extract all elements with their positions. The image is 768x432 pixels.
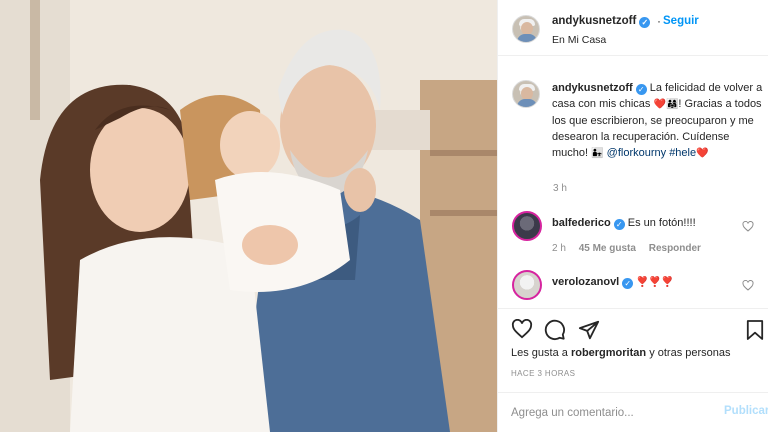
- reply-button[interactable]: Responder: [649, 243, 701, 254]
- comment-body: Es un fotón!!!!: [627, 217, 696, 229]
- publish-button[interactable]: Publicar: [724, 405, 768, 417]
- add-comment-bar: Publicar: [498, 392, 768, 432]
- comment-body: ❣️❣️❣️: [636, 277, 674, 288]
- post-photo[interactable]: [0, 0, 497, 432]
- author-username[interactable]: andykusnetzoff ✓: [552, 15, 651, 28]
- heart-icon[interactable]: [511, 319, 533, 339]
- likes-prefix: Les gusta a: [511, 347, 568, 359]
- comment-username[interactable]: verolozanovl: [552, 276, 619, 288]
- separator-dot: ·: [657, 14, 661, 28]
- comment-username[interactable]: balfederico: [552, 217, 611, 229]
- family-emoji: 👨‍👩‍👧: [665, 99, 679, 110]
- verified-badge-icon: ✓: [622, 278, 634, 289]
- post-age: HACE 3 HORAS: [511, 369, 576, 378]
- commenter-avatar[interactable]: [512, 270, 542, 300]
- follow-button[interactable]: Seguir: [663, 15, 699, 27]
- post-side-panel: andykusnetzoff ✓ · Seguir En Mi Casa andy…: [497, 0, 768, 432]
- comment-text: verolozanovl ✓ ❣️❣️❣️: [552, 276, 674, 289]
- bookmark-icon[interactable]: [746, 319, 764, 341]
- caption-hashtag-link[interactable]: #hele: [669, 147, 696, 159]
- comment-text: balfederico ✓ Es un fotón!!!!: [552, 217, 696, 230]
- comment-icon[interactable]: [544, 319, 566, 341]
- comment-input[interactable]: [511, 403, 711, 423]
- likes-suffix[interactable]: y otras personas: [649, 347, 730, 359]
- verified-badge-icon: ✓: [635, 84, 647, 95]
- paper-plane-icon[interactable]: [578, 319, 600, 341]
- comment-heart-icon[interactable]: [742, 221, 754, 232]
- post-actions-bar: [498, 308, 768, 348]
- comment-time: 2 h: [552, 243, 566, 254]
- likes-user-link[interactable]: robergmoritan: [571, 347, 646, 359]
- post-location[interactable]: En Mi Casa: [552, 34, 606, 46]
- caption-author-avatar[interactable]: [512, 80, 540, 108]
- verified-badge-icon: ✓: [613, 219, 625, 230]
- caption-username[interactable]: andykusnetzoff: [552, 82, 633, 94]
- red-heart-emoji: ❤️: [696, 148, 709, 159]
- author-avatar[interactable]: [512, 15, 540, 43]
- comment-meta: 2 h 45 Me gusta Responder: [552, 243, 711, 254]
- family-emoji: 👨‍👧: [591, 148, 604, 159]
- commenter-avatar[interactable]: [512, 211, 542, 241]
- caption-mention-link[interactable]: @florkourny: [607, 147, 666, 159]
- caption-text: andykusnetzoff ✓ La felicidad de volver a…: [552, 80, 764, 162]
- comment-likes[interactable]: 45 Me gusta: [579, 243, 636, 254]
- comment-heart-icon[interactable]: [742, 280, 754, 291]
- red-heart-emoji: ❤️: [653, 99, 666, 110]
- post-header: andykusnetzoff ✓ · Seguir En Mi Casa: [498, 0, 768, 56]
- verified-badge-icon: ✓: [639, 17, 651, 28]
- likes-summary: Les gusta a robergmoritan y otras person…: [511, 347, 731, 359]
- family-photo-illustration: [0, 0, 497, 432]
- caption-timestamp: 3 h: [553, 183, 567, 194]
- author-username-text[interactable]: andykusnetzoff: [552, 15, 636, 27]
